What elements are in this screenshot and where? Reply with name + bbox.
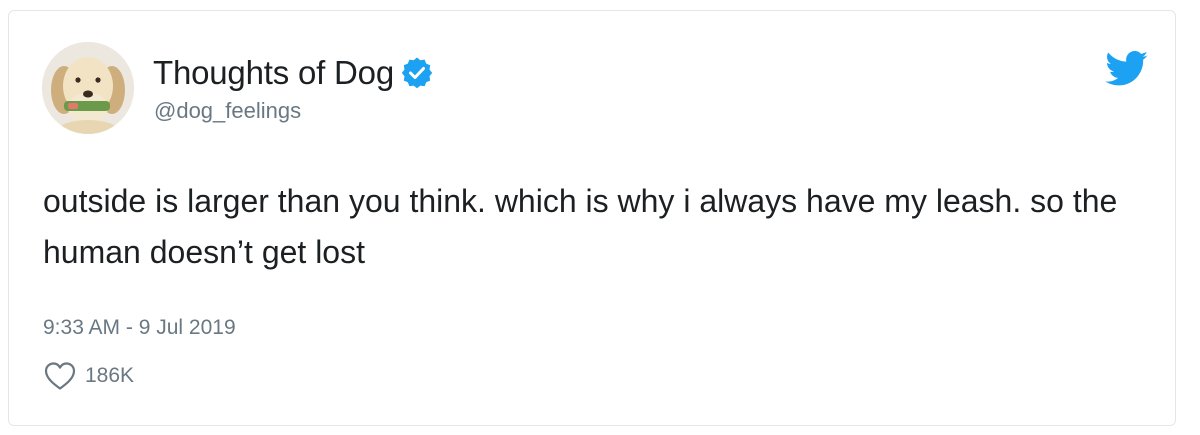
heart-icon[interactable] — [44, 361, 76, 391]
tweet-timestamp[interactable]: 9:33 AM - 9 Jul 2019 — [43, 315, 236, 341]
verified-badge-icon — [401, 57, 433, 89]
author-row: Thoughts of Dog — [153, 55, 433, 91]
avatar[interactable] — [42, 42, 134, 134]
tweet-text: outside is larger than you think. which … — [43, 183, 1118, 270]
author-handle[interactable]: @dog_feelings — [154, 98, 301, 124]
tweet-card: Thoughts of Dog @dog_feelings outside is… — [8, 10, 1176, 426]
like-count: 186K — [85, 364, 135, 387]
twitter-bird-icon[interactable] — [1105, 51, 1149, 87]
like-action[interactable]: 186K — [44, 361, 134, 391]
author-display-name[interactable]: Thoughts of Dog — [153, 55, 394, 91]
